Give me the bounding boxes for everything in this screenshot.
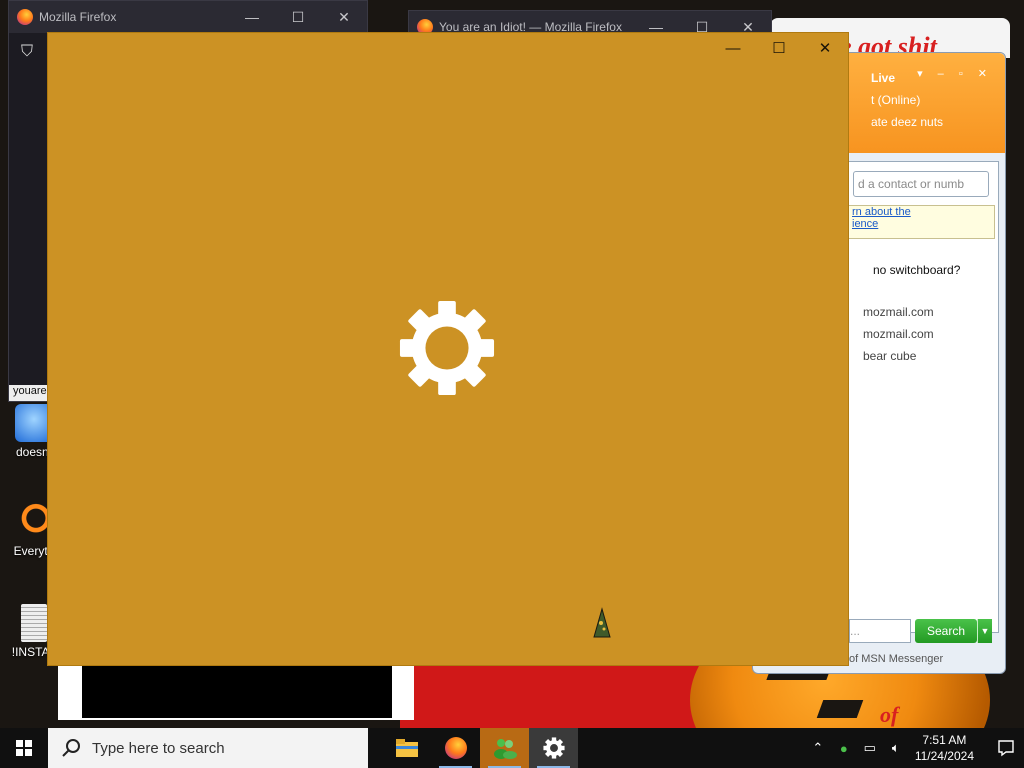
windows-logo-icon (16, 740, 32, 756)
tip-line: rn about the (852, 206, 911, 218)
messenger-tip-link[interactable]: rn about the ience (847, 205, 995, 239)
contact-item[interactable]: mozmail.com (863, 305, 934, 319)
taskbar-clock[interactable]: 7:51 AM 11/24/2024 (915, 732, 974, 764)
messenger-status[interactable]: t (Online) (871, 93, 920, 107)
gear-icon (399, 300, 495, 396)
settings-icon (542, 737, 565, 759)
search-placeholder: Type here to search (92, 739, 225, 757)
tip-line: ience (852, 218, 879, 230)
clock-time: 7:51 AM (922, 733, 967, 747)
taskbar-file-explorer[interactable] (382, 728, 431, 768)
close-button[interactable]: ✕ (802, 33, 848, 65)
maximize-button[interactable]: ☐ (275, 9, 321, 26)
messenger-window-controls[interactable]: ▾ – ▫ ✕ (917, 67, 993, 80)
start-button[interactable] (0, 728, 48, 768)
settings-splash-window[interactable]: — ☐ ✕ (48, 33, 848, 665)
web-search-input[interactable]: ... (849, 619, 911, 643)
contact-search-input[interactable]: d a contact or numb (853, 171, 989, 197)
taskbar-messenger[interactable] (480, 728, 529, 768)
shield-icon[interactable]: ⛉ (21, 43, 41, 63)
desktop-icon-label: doesnt (15, 445, 53, 459)
chevron-up-icon[interactable]: ⌃ (807, 740, 829, 756)
messenger-icon (493, 739, 517, 759)
wallpaper-text-bottom: of (880, 702, 899, 727)
text-file-icon (21, 604, 47, 642)
taskbar-search-box[interactable]: Type here to search (48, 728, 368, 768)
search-button[interactable]: Search (915, 619, 977, 643)
network-icon[interactable]: ▭ (859, 740, 881, 756)
minimize-button[interactable]: — (229, 9, 275, 26)
taskbar-settings[interactable] (529, 728, 578, 768)
notification-center-button[interactable] (988, 728, 1024, 768)
notification-icon (998, 740, 1014, 757)
firefox-icon (17, 9, 33, 25)
maximize-button[interactable]: ☐ (756, 33, 802, 65)
tab-label[interactable]: youare (9, 385, 53, 401)
close-button[interactable]: ✕ (321, 9, 367, 26)
system-tray: ⌃ ● ▭ 🔈︎ 7:51 AM 11/24/2024 (805, 728, 1024, 768)
contact-item[interactable]: mozmail.com (863, 327, 934, 341)
messenger-brand: Live (871, 71, 896, 85)
taskbar: Type here to search ⌃ ● ▭ 🔈︎ 7:51 AM 11/… (0, 728, 1024, 768)
messenger-tray-icon[interactable]: ● (833, 741, 855, 756)
firefox-icon (444, 737, 467, 759)
volume-icon[interactable]: 🔈︎ (885, 740, 907, 756)
messenger-personal-message[interactable]: ate deez nuts (871, 115, 943, 129)
window-title: Mozilla Firefox (39, 10, 117, 24)
file-explorer-icon (395, 739, 418, 757)
messenger-question: no switchboard? (873, 263, 961, 277)
messenger-footer: of MSN Messenger (849, 653, 944, 665)
search-icon (62, 739, 80, 757)
taskbar-firefox[interactable] (431, 728, 480, 768)
window-title: You are an Idiot! — Mozilla Firefox (439, 20, 622, 34)
minimize-button[interactable]: — (710, 33, 756, 65)
contact-item[interactable]: bear cube (863, 349, 916, 363)
wizard-hat-cursor-icon (593, 607, 611, 638)
window-titlebar[interactable]: Mozilla Firefox — ☐ ✕ (9, 1, 367, 33)
search-dropdown-button[interactable]: ▼ (977, 619, 992, 643)
window-controls: — ☐ ✕ (710, 33, 848, 65)
clock-date: 11/24/2024 (914, 749, 974, 763)
